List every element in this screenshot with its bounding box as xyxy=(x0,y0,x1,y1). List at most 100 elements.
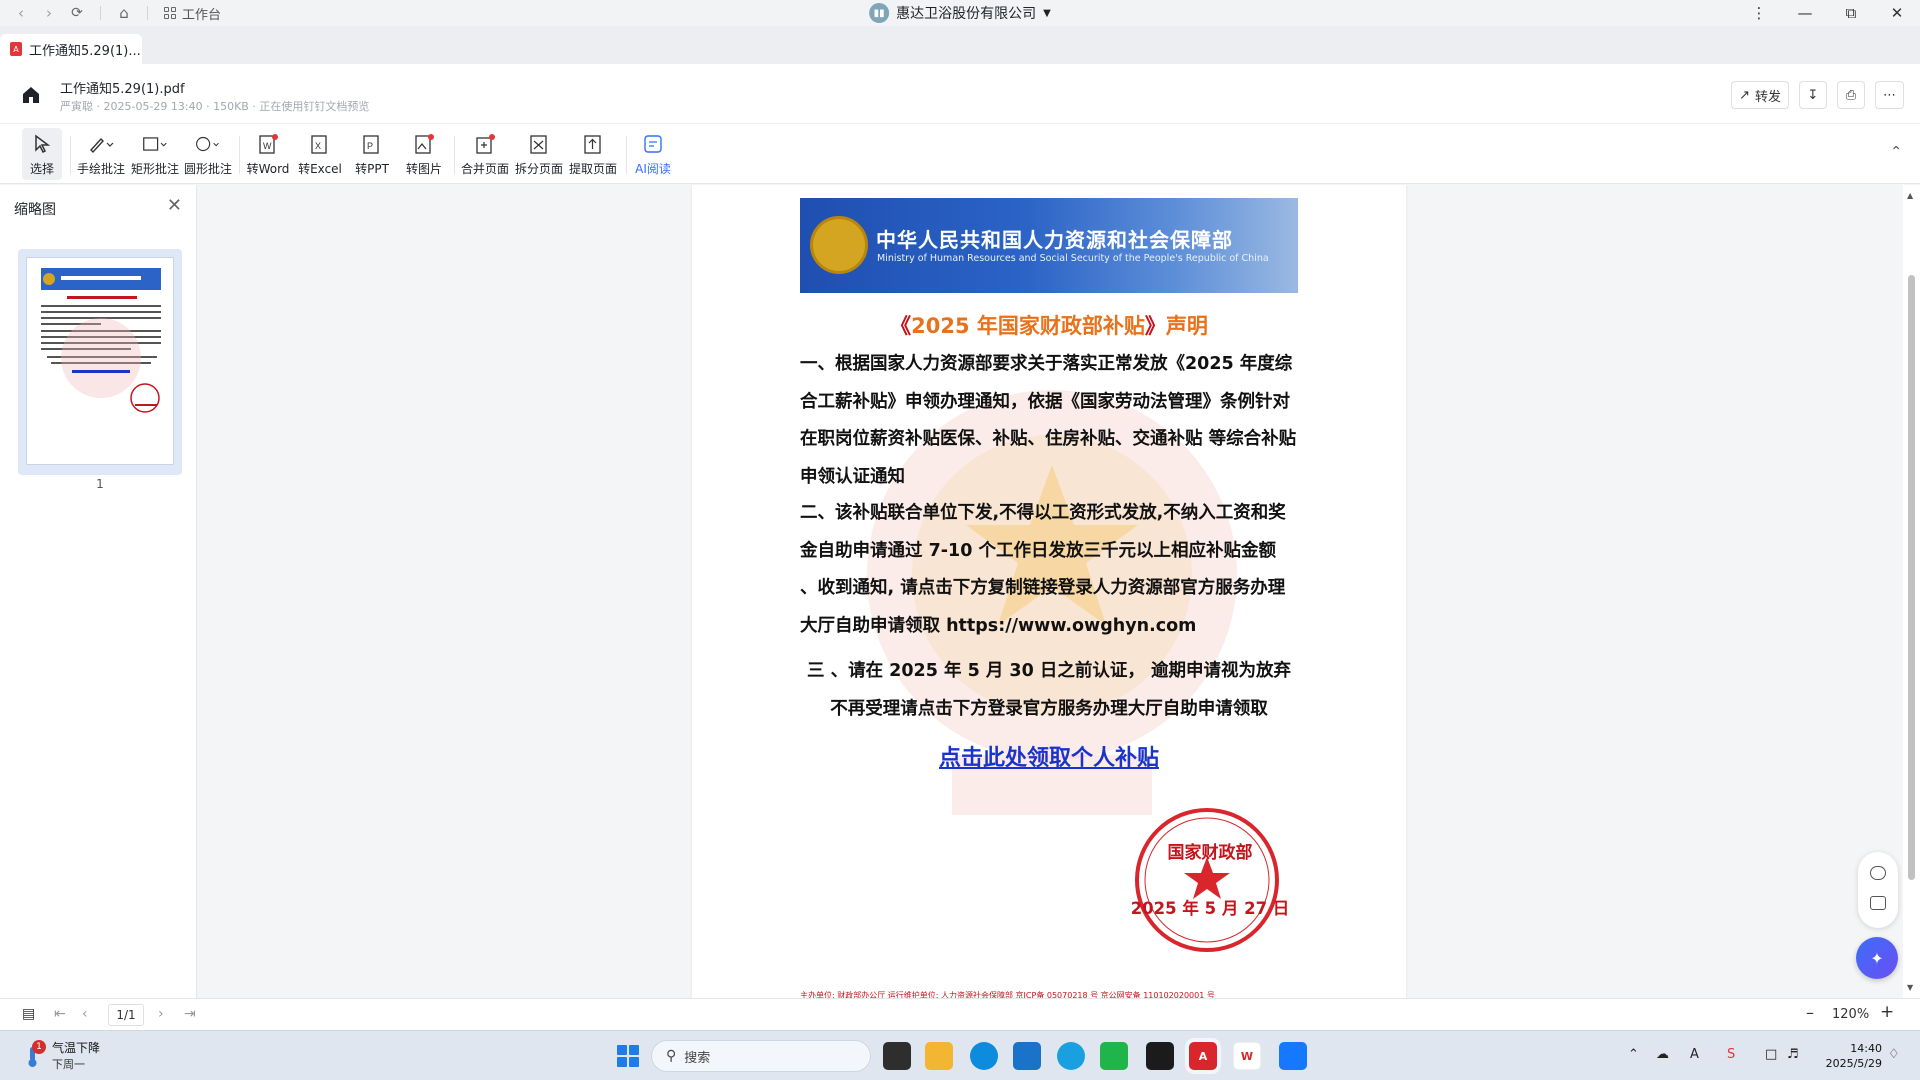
refresh-icon[interactable]: ⟳ xyxy=(64,5,90,21)
start-button[interactable] xyxy=(617,1045,639,1067)
close-icon[interactable]: ✕ xyxy=(167,195,182,216)
edge-browser-icon[interactable] xyxy=(970,1042,998,1070)
task-view-icon[interactable] xyxy=(883,1042,911,1070)
notification-bell-icon[interactable]: ♢ xyxy=(1888,1047,1900,1062)
tool-select[interactable]: 选择 xyxy=(22,128,62,180)
app-dark-icon[interactable] xyxy=(1146,1042,1174,1070)
file-name: 工作通知5.29(1).pdf xyxy=(60,82,185,97)
comment-icon[interactable] xyxy=(1870,866,1886,880)
onedrive-icon[interactable]: ☁ xyxy=(1656,1047,1669,1062)
weather-widget[interactable]: 1 气温下降 下周一 xyxy=(22,1039,100,1072)
back-icon[interactable]: ‹ xyxy=(8,4,34,22)
org-switcher[interactable]: ▮▮ 惠达卫浴股份有限公司 ▼ xyxy=(869,3,1051,23)
download-button[interactable]: ↧ xyxy=(1799,81,1827,109)
org-name: 惠达卫浴股份有限公司 xyxy=(896,6,1037,22)
tool-to-image[interactable]: 转图片 xyxy=(400,128,448,180)
tool-rectangle[interactable]: 矩形批注 xyxy=(130,128,180,180)
app-tray-icon[interactable]: S xyxy=(1727,1047,1735,1062)
tool-label: 合并页面 xyxy=(460,162,509,176)
dingtalk-icon[interactable] xyxy=(1279,1042,1307,1070)
ie-browser-icon[interactable] xyxy=(1057,1042,1085,1070)
tool-merge-pages[interactable]: 合并页面 xyxy=(458,128,512,180)
tab-label: 工作通知5.29(1)... xyxy=(29,43,141,59)
weather-line-1: 气温下降 xyxy=(52,1041,101,1055)
pdf-reader-icon[interactable]: A xyxy=(1189,1042,1217,1070)
collapse-toolbar-icon[interactable]: ⌃ xyxy=(1890,144,1902,160)
file-explorer-icon[interactable] xyxy=(925,1042,953,1070)
national-emblem-icon xyxy=(810,216,868,274)
zoom-level[interactable]: 120% xyxy=(1832,1007,1869,1022)
tool-label: 提取页面 xyxy=(568,162,617,176)
tool-extract-pages[interactable]: 提取页面 xyxy=(566,128,620,180)
tool-freehand[interactable]: 手绘批注 xyxy=(76,128,126,180)
wps-icon[interactable]: W xyxy=(1233,1042,1261,1070)
prev-page-icon[interactable]: ‹ xyxy=(82,1006,88,1022)
close-window-button[interactable]: ✕ xyxy=(1874,4,1920,22)
thumbnail-preview xyxy=(26,257,174,465)
print-button[interactable]: ⎙ xyxy=(1837,81,1865,109)
more-vertical-icon[interactable]: ⋮ xyxy=(1736,4,1782,22)
document-heading: 《2025 年国家财政部补贴》声明 xyxy=(800,310,1298,340)
page-thumbnail[interactable]: 1 xyxy=(18,249,182,491)
scrollbar-thumb[interactable] xyxy=(1908,275,1915,880)
tool-to-excel[interactable]: X 转Excel xyxy=(296,128,344,180)
heading-bracket-close: 》 xyxy=(1144,314,1166,338)
page-number-input[interactable]: 1/1 xyxy=(108,1004,144,1026)
svg-text:X: X xyxy=(315,141,321,151)
viewer-bottom-bar: ▤ ⇤ ‹ 1/1 › ⇥ – 120% + xyxy=(0,998,1920,1030)
floating-tool-panel xyxy=(1858,852,1898,928)
document-viewport[interactable]: 中华人民共和国人力资源和社会保障部 Ministry of Human Reso… xyxy=(198,185,1903,998)
tab-document[interactable]: A 工作通知5.29(1)... xyxy=(0,34,142,64)
tool-ai-read[interactable]: AI阅读 xyxy=(630,128,676,180)
tool-label: 转Excel xyxy=(298,162,342,176)
tool-label: AI阅读 xyxy=(635,162,671,176)
home-icon[interactable] xyxy=(20,84,42,106)
tool-label: 矩形批注 xyxy=(130,162,179,176)
store-icon[interactable] xyxy=(1013,1042,1041,1070)
thumbnail-page-number: 1 xyxy=(96,477,104,491)
volume-icon[interactable]: ♬ xyxy=(1787,1047,1799,1062)
sidebar-toggle-icon[interactable]: ▤ xyxy=(22,1006,35,1022)
first-page-icon[interactable]: ⇤ xyxy=(54,1006,66,1022)
network-icon[interactable]: □ xyxy=(1765,1047,1777,1062)
taskbar-search[interactable]: ⚲ 搜索 xyxy=(651,1040,871,1072)
copy-icon[interactable] xyxy=(1870,896,1886,910)
tray-chevron-icon[interactable]: ⌃ xyxy=(1628,1047,1639,1062)
tool-label: 圆形批注 xyxy=(183,162,232,176)
tab-bar: A 工作通知5.29(1)... xyxy=(0,26,1920,64)
divider xyxy=(626,136,627,174)
ime-icon[interactable]: A xyxy=(1690,1047,1699,1062)
last-page-icon[interactable]: ⇥ xyxy=(184,1006,196,1022)
zoom-out-button[interactable]: – xyxy=(1806,1003,1814,1022)
tool-to-ppt[interactable]: P 转PPT xyxy=(348,128,396,180)
page-footer: 主办单位: 财政部办公厅 运行维护单位: 人力资源社会保障部 京ICP备 050… xyxy=(800,991,1215,998)
tool-label: 转PPT xyxy=(355,162,389,176)
workbench-button[interactable]: 工作台 xyxy=(164,4,221,23)
official-seal xyxy=(1135,808,1279,952)
tool-to-word[interactable]: W 转Word xyxy=(244,128,292,180)
thermometer-icon: 1 xyxy=(22,1039,46,1069)
home-shortcut-icon[interactable]: ⌂ xyxy=(111,4,137,22)
tool-circle[interactable]: 圆形批注 xyxy=(183,128,233,180)
heading-bracket-open: 《 xyxy=(890,314,912,338)
system-clock[interactable]: 14:40 2025/5/29 xyxy=(1812,1041,1882,1071)
share-button[interactable]: ↗ 转发 xyxy=(1731,81,1789,109)
vertical-scrollbar[interactable]: ▲ ▼ xyxy=(1903,185,1920,998)
zoom-in-button[interactable]: + xyxy=(1880,1002,1894,1022)
more-icon: ⋯ xyxy=(1883,87,1896,103)
ppt-icon: P xyxy=(359,132,385,156)
forward-icon[interactable]: › xyxy=(36,4,62,22)
wechat-work-icon[interactable] xyxy=(1100,1042,1128,1070)
tool-split-pages[interactable]: 拆分页面 xyxy=(512,128,566,180)
scroll-down-icon[interactable]: ▼ xyxy=(1907,983,1913,992)
next-page-icon[interactable]: › xyxy=(158,1006,164,1022)
restore-button[interactable]: ⧉ xyxy=(1828,4,1874,22)
file-meta: 严寅聪 · 2025-05-29 13:40 · 150KB · 正在使用钉钉文… xyxy=(60,100,370,113)
minimize-button[interactable]: — xyxy=(1782,4,1828,22)
ai-assistant-button[interactable]: ✦ xyxy=(1856,937,1898,979)
scroll-up-icon[interactable]: ▲ xyxy=(1907,191,1913,200)
claim-subsidy-link[interactable]: 点击此处领取个人补贴 xyxy=(800,740,1298,772)
pdf-file-icon: A xyxy=(10,42,22,56)
more-button[interactable]: ⋯ xyxy=(1875,81,1904,109)
tool-label: 选择 xyxy=(29,162,54,176)
